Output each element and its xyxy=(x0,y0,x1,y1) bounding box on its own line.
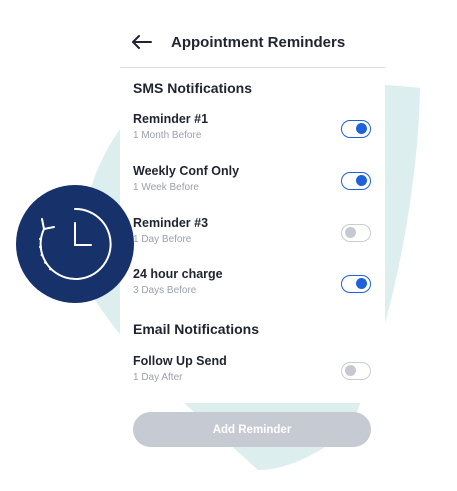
item-label: Weekly Conf Only xyxy=(133,164,240,178)
clock-badge xyxy=(16,185,134,303)
reminder-toggle[interactable] xyxy=(341,224,371,242)
item-subtitle: 1 Day After xyxy=(133,372,183,383)
toggle-knob xyxy=(345,365,356,376)
toggle-knob xyxy=(356,123,367,134)
reminder-toggle[interactable] xyxy=(341,120,371,138)
reminder-toggle[interactable] xyxy=(341,172,371,190)
page-title: Appointment Reminders xyxy=(171,34,346,51)
item-subtitle: 3 Days Before xyxy=(133,285,197,296)
list-item: 24 hour charge 3 Days Before xyxy=(120,267,385,311)
list-item: Reminder #3 1 Day Before xyxy=(120,216,385,260)
item-label: Reminder #1 xyxy=(133,112,209,126)
app-header: Appointment Reminders xyxy=(120,0,385,68)
item-subtitle: 1 Day Before xyxy=(133,234,192,245)
toggle-knob xyxy=(356,278,367,289)
list-item: Weekly Conf Only 1 Week Before xyxy=(120,164,385,208)
toggle-knob xyxy=(345,227,356,238)
reminder-toggle[interactable] xyxy=(341,362,371,380)
arrow-left-icon xyxy=(132,35,152,49)
reminders-panel: Appointment Reminders SMS Notifications … xyxy=(120,0,385,491)
section-title-email: Email Notifications xyxy=(133,321,260,337)
item-label: Reminder #3 xyxy=(133,216,209,230)
section-title-sms: SMS Notifications xyxy=(133,80,253,96)
reminder-toggle[interactable] xyxy=(341,275,371,293)
settings-card: SMS Notifications Reminder #1 1 Month Be… xyxy=(120,68,385,403)
item-label: 24 hour charge xyxy=(133,267,223,281)
toggle-knob xyxy=(356,175,367,186)
add-reminder-button[interactable]: Add Reminder xyxy=(133,412,371,447)
back-button[interactable] xyxy=(130,30,154,54)
item-subtitle: 1 Week Before xyxy=(133,182,199,193)
item-label: Follow Up Send xyxy=(133,354,227,368)
list-item: Reminder #1 1 Month Before xyxy=(120,112,385,156)
item-subtitle: 1 Month Before xyxy=(133,130,202,141)
clock-history-icon xyxy=(39,207,112,280)
list-item: Follow Up Send 1 Day After xyxy=(120,354,385,398)
